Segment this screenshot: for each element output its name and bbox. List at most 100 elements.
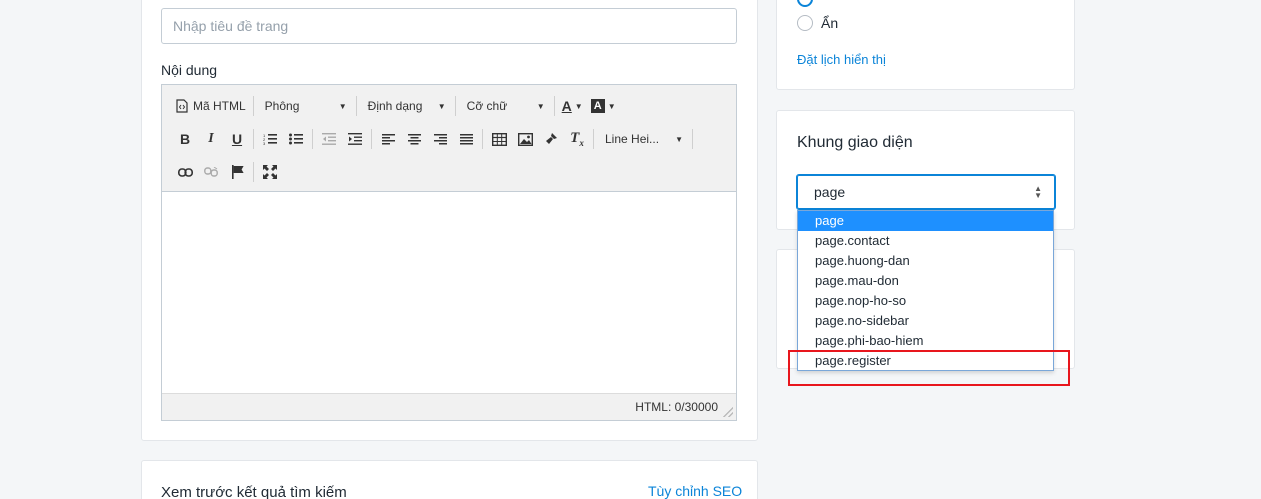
image-icon [517,132,533,146]
caret-down-icon: ▼ [607,101,616,111]
ordered-list-button[interactable]: 123 [257,127,283,151]
caret-down-icon: ▼ [675,134,683,144]
toolbar-separator [454,96,456,116]
toolbar-separator [312,129,313,149]
table-icon [491,132,507,146]
toolbar-row-2: B I U 123 Tx Line Hei... ▼ [172,126,696,152]
bold-icon: B [179,131,191,147]
link-icon [177,167,193,177]
remove-link-button[interactable] [198,160,224,184]
editor-content-area[interactable] [162,193,736,393]
insert-table-button[interactable] [486,127,512,151]
format-label: Định dạng [367,99,423,113]
toolbar-separator [553,96,555,116]
background-color-icon: A [590,99,605,113]
hidden-radio-label: Ẩn [821,15,839,31]
svg-text:3: 3 [263,141,266,145]
align-center-icon [407,133,421,144]
caret-down-icon: ▼ [574,101,583,111]
outdent-button[interactable] [316,127,342,151]
toolbar-separator [355,96,357,116]
hidden-radio[interactable] [797,15,813,31]
visibility-card [776,0,1075,90]
paintbrush-icon [546,133,557,144]
font-size-label: Cỡ chữ [466,99,508,113]
align-right-button[interactable] [427,127,453,151]
toolbar-separator [593,129,594,149]
ordered-list-icon: 123 [263,133,277,145]
toolbar-separator [692,129,693,149]
insert-link-button[interactable] [172,160,198,184]
italic-button[interactable]: I [198,127,224,151]
insert-image-button[interactable] [512,127,538,151]
fullscreen-button[interactable] [257,160,283,184]
bold-button[interactable]: B [172,127,198,151]
outdent-icon [322,133,336,145]
align-justify-icon [459,133,473,144]
template-option-page[interactable]: page [798,211,1053,231]
template-select[interactable]: page ▲ ▼ [796,174,1056,210]
toolbar-separator [253,162,254,182]
align-center-button[interactable] [401,127,427,151]
align-left-icon [381,133,395,144]
underline-icon: U [231,131,243,147]
rich-text-editor: Mã HTML Phông ▼ Định dạng ▼ Cỡ chữ ▼ A ▼ A ▼ [161,84,737,421]
caret-down-icon: ▼ [338,101,347,111]
template-option-no-sidebar[interactable]: page.no-sidebar [798,311,1053,331]
background-color-button[interactable]: A ▼ [587,94,620,118]
template-option-huong-dan[interactable]: page.huong-dan [798,251,1053,271]
indent-icon [348,133,362,145]
toolbar-separator [371,129,372,149]
align-left-button[interactable] [375,127,401,151]
align-right-icon [433,133,447,144]
line-height-label: Line Hei... [605,132,660,146]
flag-icon [231,165,244,179]
editor-toolbar: Mã HTML Phông ▼ Định dạng ▼ Cỡ chữ ▼ A ▼ A ▼ [162,85,736,192]
template-option-phi-bao-hiem[interactable]: page.phi-bao-hiem [798,331,1053,351]
page-title-input[interactable] [161,8,737,44]
template-selected-value: page [814,184,846,200]
toolbar-separator [482,129,483,149]
unlink-icon [203,166,218,177]
indent-button[interactable] [342,127,368,151]
html-source-button[interactable]: Mã HTML [172,94,250,118]
select-updown-icon: ▲ ▼ [1034,184,1042,200]
line-height-select[interactable]: Line Hei... ▼ [597,127,689,151]
template-option-nop-ho-so[interactable]: page.nop-ho-so [798,291,1053,311]
caret-down-icon: ▼ [536,101,545,111]
html-source-label: Mã HTML [193,99,246,113]
resize-handle-icon[interactable] [723,407,733,417]
bullet-list-button[interactable] [283,127,309,151]
template-dropdown-list: page page.contact page.huong-dan page.ma… [797,210,1054,371]
template-option-contact[interactable]: page.contact [798,231,1053,251]
font-family-label: Phông [264,99,300,113]
text-color-icon: A [561,98,572,114]
template-card-title: Khung giao diện [797,134,913,151]
toolbar-separator [252,96,254,116]
format-painter-button[interactable] [538,127,564,151]
anchor-button[interactable] [224,160,250,184]
code-file-icon [176,99,188,113]
clear-format-button[interactable]: Tx [564,127,590,151]
format-select[interactable]: Định dạng ▼ [360,94,452,118]
html-char-count: HTML: 0/30000 [635,400,718,414]
underline-button[interactable]: U [224,127,250,151]
fullscreen-icon [263,165,277,179]
seo-preview-title: Xem trước kết quả tìm kiếm [161,484,347,499]
bullet-list-icon [289,133,303,145]
template-option-mau-don[interactable]: page.mau-don [798,271,1053,291]
toolbar-separator [253,129,254,149]
editor-statusbar: HTML: 0/30000 [162,393,736,420]
align-justify-button[interactable] [453,127,479,151]
italic-icon: I [208,131,214,146]
customize-seo-link[interactable]: Tùy chỉnh SEO [648,483,742,499]
highlight-annotation-box [788,350,1070,386]
toolbar-row-1: Mã HTML Phông ▼ Định dạng ▼ Cỡ chữ ▼ A ▼ A ▼ [172,93,620,119]
schedule-display-link[interactable]: Đặt lịch hiển thị [797,52,886,67]
caret-down-icon: ▼ [437,101,446,111]
content-label: Nội dung [161,62,218,78]
clear-format-icon: Tx [570,130,584,148]
font-size-select[interactable]: Cỡ chữ ▼ [459,94,551,118]
font-family-select[interactable]: Phông ▼ [257,94,353,118]
text-color-button[interactable]: A ▼ [558,94,587,118]
